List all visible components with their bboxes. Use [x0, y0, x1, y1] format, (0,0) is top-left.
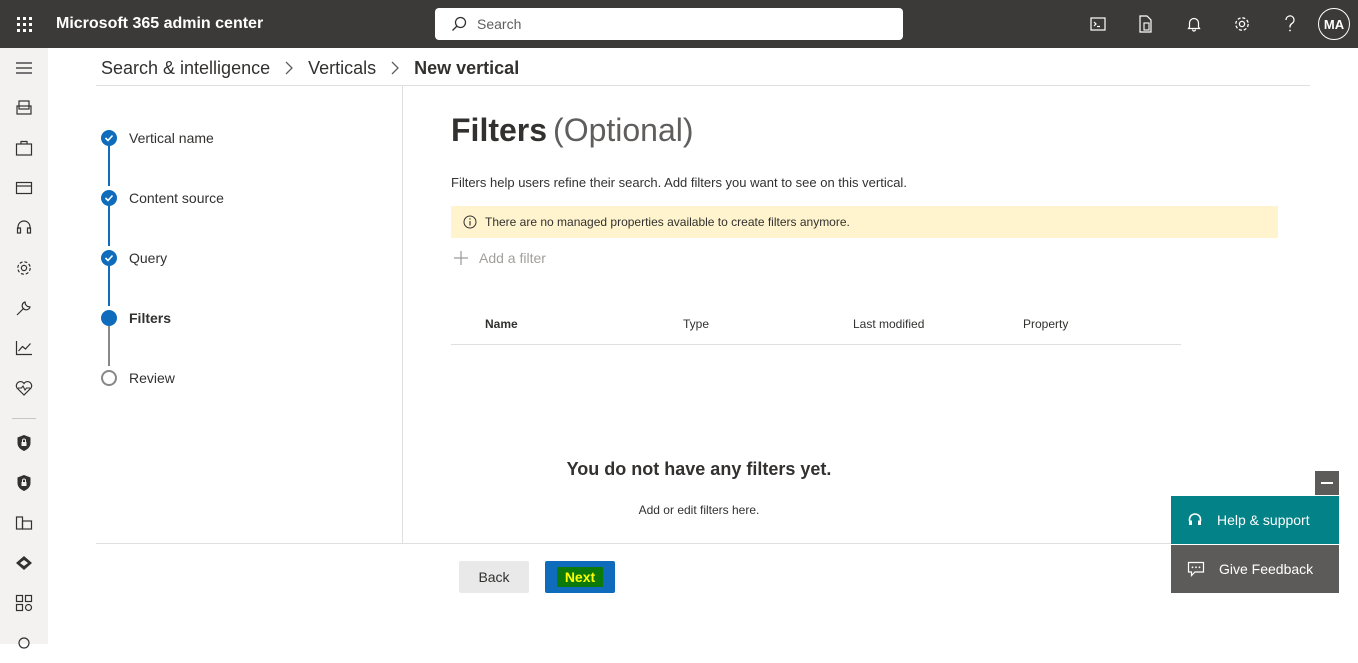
- step-label: Content source: [129, 190, 224, 206]
- gear-icon[interactable]: [1218, 0, 1266, 48]
- headset-icon[interactable]: [0, 208, 48, 248]
- diamond-icon[interactable]: [0, 543, 48, 583]
- checkmark-icon: [101, 130, 117, 146]
- search-icon: [452, 16, 467, 31]
- left-navigation: [0, 48, 48, 649]
- nav-divider: [12, 418, 36, 419]
- step-label: Query: [129, 250, 168, 266]
- filters-table-header: Name Type Last modified Property: [451, 304, 1181, 345]
- pending-step-icon: [101, 370, 117, 386]
- health-icon[interactable]: [0, 368, 48, 408]
- give-feedback-button[interactable]: Give Feedback: [1171, 545, 1339, 593]
- divider: [96, 543, 1310, 544]
- add-filter-label: Add a filter: [479, 250, 546, 266]
- wizard-step-content-source[interactable]: Content source: [101, 188, 224, 208]
- warning-banner: There are no managed properties availabl…: [451, 206, 1278, 238]
- terminal-icon[interactable]: [1074, 0, 1122, 48]
- wizard-step-vertical-name[interactable]: Vertical name: [101, 128, 214, 148]
- column-header-property[interactable]: Property: [1023, 317, 1068, 331]
- top-bar: Microsoft 365 admin center Search MA: [0, 0, 1358, 48]
- plus-icon: [454, 251, 468, 265]
- page-title-suffix: (Optional): [553, 112, 694, 148]
- give-feedback-label: Give Feedback: [1219, 561, 1314, 577]
- column-header-last-modified[interactable]: Last modified: [853, 317, 924, 331]
- current-step-icon: [101, 310, 117, 326]
- checkmark-icon: [101, 190, 117, 206]
- shield-lock-icon[interactable]: [0, 423, 48, 463]
- org-icon[interactable]: [0, 503, 48, 543]
- step-label: Filters: [129, 310, 172, 326]
- search-box[interactable]: Search: [435, 8, 903, 40]
- breadcrumb-current: New vertical: [414, 57, 520, 78]
- empty-state-title: You do not have any filters yet.: [566, 459, 832, 479]
- banner-message: There are no managed properties availabl…: [485, 215, 850, 229]
- headset-icon: [1188, 513, 1202, 525]
- header-actions: MA: [1074, 0, 1358, 48]
- step-connector: [108, 266, 110, 306]
- users-icon[interactable]: [0, 88, 48, 128]
- breadcrumb-item-verticals[interactable]: Verticals: [308, 58, 376, 79]
- more-icon[interactable]: [0, 623, 48, 663]
- menu-icon[interactable]: [0, 48, 48, 88]
- chevron-right-icon: [284, 60, 294, 76]
- shield-lock-icon-2[interactable]: [0, 463, 48, 503]
- avatar[interactable]: MA: [1318, 8, 1350, 40]
- empty-state-subtitle: Add or edit filters here.: [638, 503, 760, 517]
- breadcrumb: Search & intelligence Verticals New vert…: [101, 56, 519, 80]
- settings-icon[interactable]: [0, 248, 48, 288]
- page-description: Filters help users refine their search. …: [451, 175, 907, 190]
- search-input[interactable]: Search: [477, 16, 521, 32]
- help-support-label: Help & support: [1217, 512, 1310, 528]
- wrench-icon[interactable]: [0, 288, 48, 328]
- help-icon[interactable]: [1266, 0, 1314, 48]
- page-title-main: Filters: [451, 112, 548, 148]
- step-label: Vertical name: [129, 130, 214, 146]
- step-connector: [108, 326, 110, 366]
- info-icon: [463, 215, 477, 229]
- page-title: Filters (Optional): [451, 112, 694, 149]
- minimize-button[interactable]: [1315, 471, 1339, 495]
- divider: [96, 85, 1310, 86]
- next-button[interactable]: Next: [545, 561, 615, 593]
- step-connector: [108, 146, 110, 186]
- wizard-step-filters[interactable]: Filters: [101, 308, 171, 328]
- divider: [402, 86, 403, 543]
- app-launcher-button[interactable]: [0, 0, 48, 48]
- feedback-icon: [1187, 561, 1205, 577]
- chart-icon[interactable]: [0, 328, 48, 368]
- breadcrumb-item-search-intelligence[interactable]: Search & intelligence: [101, 58, 270, 79]
- wizard-step-query[interactable]: Query: [101, 248, 167, 268]
- step-label: Review: [129, 370, 175, 386]
- waffle-icon: [16, 16, 32, 32]
- back-button[interactable]: Back: [459, 561, 529, 593]
- next-button-label: Next: [556, 567, 604, 587]
- app-title[interactable]: Microsoft 365 admin center: [56, 15, 263, 33]
- wizard-step-review[interactable]: Review: [101, 368, 175, 388]
- apps-icon[interactable]: [0, 583, 48, 623]
- billing-card-icon[interactable]: [0, 168, 48, 208]
- minus-icon: [1321, 482, 1333, 484]
- document-phone-icon[interactable]: [1122, 0, 1170, 48]
- help-support-button[interactable]: Help & support: [1171, 496, 1339, 544]
- chevron-right-icon: [390, 60, 400, 76]
- step-connector: [108, 206, 110, 246]
- bell-icon[interactable]: [1170, 0, 1218, 48]
- checkmark-icon: [101, 250, 117, 266]
- column-header-name[interactable]: Name: [485, 317, 518, 331]
- briefcase-icon[interactable]: [0, 128, 48, 168]
- add-filter-button[interactable]: Add a filter: [453, 248, 546, 268]
- column-header-type[interactable]: Type: [683, 317, 709, 331]
